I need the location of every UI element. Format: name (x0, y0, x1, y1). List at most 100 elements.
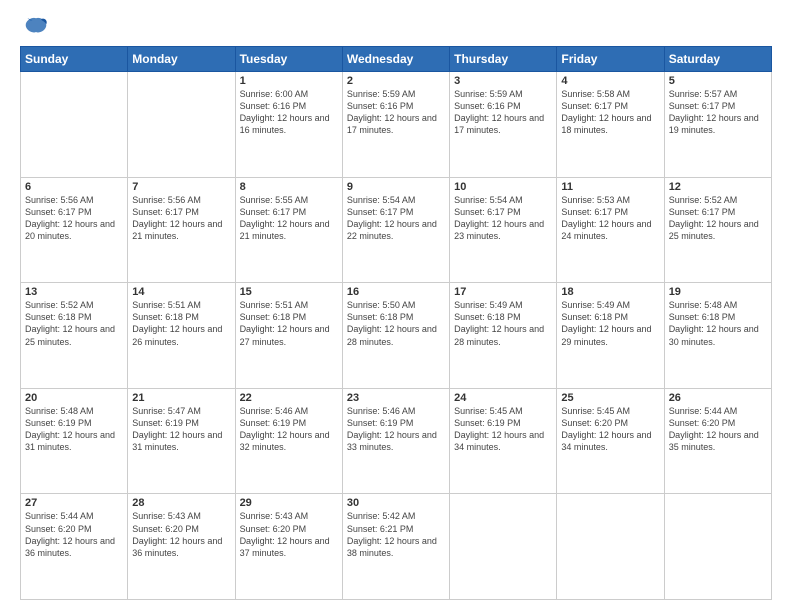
week-row-2: 6Sunrise: 5:56 AM Sunset: 6:17 PM Daylig… (21, 177, 772, 283)
day-cell: 15Sunrise: 5:51 AM Sunset: 6:18 PM Dayli… (235, 283, 342, 389)
weekday-header-wednesday: Wednesday (342, 47, 449, 72)
day-cell: 10Sunrise: 5:54 AM Sunset: 6:17 PM Dayli… (450, 177, 557, 283)
day-info: Sunrise: 5:44 AM Sunset: 6:20 PM Dayligh… (669, 405, 767, 454)
day-info: Sunrise: 5:43 AM Sunset: 6:20 PM Dayligh… (240, 510, 338, 559)
day-cell: 28Sunrise: 5:43 AM Sunset: 6:20 PM Dayli… (128, 494, 235, 600)
day-cell (557, 494, 664, 600)
day-number: 5 (669, 75, 767, 87)
day-info: Sunrise: 5:45 AM Sunset: 6:19 PM Dayligh… (454, 405, 552, 454)
weekday-header-sunday: Sunday (21, 47, 128, 72)
day-number: 10 (454, 181, 552, 193)
day-number: 1 (240, 75, 338, 87)
day-cell: 23Sunrise: 5:46 AM Sunset: 6:19 PM Dayli… (342, 388, 449, 494)
weekday-header-monday: Monday (128, 47, 235, 72)
day-cell: 27Sunrise: 5:44 AM Sunset: 6:20 PM Dayli… (21, 494, 128, 600)
day-number: 2 (347, 75, 445, 87)
weekday-header-row: SundayMondayTuesdayWednesdayThursdayFrid… (21, 47, 772, 72)
day-info: Sunrise: 5:50 AM Sunset: 6:18 PM Dayligh… (347, 299, 445, 348)
day-info: Sunrise: 5:54 AM Sunset: 6:17 PM Dayligh… (454, 194, 552, 243)
day-number: 24 (454, 392, 552, 404)
day-number: 14 (132, 286, 230, 298)
day-info: Sunrise: 5:53 AM Sunset: 6:17 PM Dayligh… (561, 194, 659, 243)
day-info: Sunrise: 5:42 AM Sunset: 6:21 PM Dayligh… (347, 510, 445, 559)
day-cell: 16Sunrise: 5:50 AM Sunset: 6:18 PM Dayli… (342, 283, 449, 389)
day-cell: 21Sunrise: 5:47 AM Sunset: 6:19 PM Dayli… (128, 388, 235, 494)
day-cell: 11Sunrise: 5:53 AM Sunset: 6:17 PM Dayli… (557, 177, 664, 283)
day-number: 17 (454, 286, 552, 298)
day-info: Sunrise: 5:57 AM Sunset: 6:17 PM Dayligh… (669, 88, 767, 137)
week-row-3: 13Sunrise: 5:52 AM Sunset: 6:18 PM Dayli… (21, 283, 772, 389)
day-info: Sunrise: 5:59 AM Sunset: 6:16 PM Dayligh… (347, 88, 445, 137)
day-info: Sunrise: 5:56 AM Sunset: 6:17 PM Dayligh… (25, 194, 123, 243)
day-cell: 19Sunrise: 5:48 AM Sunset: 6:18 PM Dayli… (664, 283, 771, 389)
day-number: 16 (347, 286, 445, 298)
day-info: Sunrise: 5:51 AM Sunset: 6:18 PM Dayligh… (240, 299, 338, 348)
day-info: Sunrise: 5:58 AM Sunset: 6:17 PM Dayligh… (561, 88, 659, 137)
day-cell: 30Sunrise: 5:42 AM Sunset: 6:21 PM Dayli… (342, 494, 449, 600)
day-info: Sunrise: 5:46 AM Sunset: 6:19 PM Dayligh… (347, 405, 445, 454)
weekday-header-friday: Friday (557, 47, 664, 72)
day-number: 20 (25, 392, 123, 404)
day-number: 28 (132, 497, 230, 509)
day-cell: 12Sunrise: 5:52 AM Sunset: 6:17 PM Dayli… (664, 177, 771, 283)
day-cell: 1Sunrise: 6:00 AM Sunset: 6:16 PM Daylig… (235, 72, 342, 178)
day-cell (450, 494, 557, 600)
day-number: 26 (669, 392, 767, 404)
day-number: 18 (561, 286, 659, 298)
day-info: Sunrise: 5:44 AM Sunset: 6:20 PM Dayligh… (25, 510, 123, 559)
day-cell: 5Sunrise: 5:57 AM Sunset: 6:17 PM Daylig… (664, 72, 771, 178)
day-number: 25 (561, 392, 659, 404)
day-info: Sunrise: 5:45 AM Sunset: 6:20 PM Dayligh… (561, 405, 659, 454)
day-number: 23 (347, 392, 445, 404)
day-cell: 4Sunrise: 5:58 AM Sunset: 6:17 PM Daylig… (557, 72, 664, 178)
day-info: Sunrise: 5:49 AM Sunset: 6:18 PM Dayligh… (454, 299, 552, 348)
day-cell: 24Sunrise: 5:45 AM Sunset: 6:19 PM Dayli… (450, 388, 557, 494)
weekday-header-tuesday: Tuesday (235, 47, 342, 72)
day-info: Sunrise: 5:52 AM Sunset: 6:18 PM Dayligh… (25, 299, 123, 348)
day-cell: 13Sunrise: 5:52 AM Sunset: 6:18 PM Dayli… (21, 283, 128, 389)
day-number: 4 (561, 75, 659, 87)
day-info: Sunrise: 5:54 AM Sunset: 6:17 PM Dayligh… (347, 194, 445, 243)
day-info: Sunrise: 5:55 AM Sunset: 6:17 PM Dayligh… (240, 194, 338, 243)
day-info: Sunrise: 5:59 AM Sunset: 6:16 PM Dayligh… (454, 88, 552, 137)
logo-bird-icon (24, 16, 48, 36)
day-cell: 25Sunrise: 5:45 AM Sunset: 6:20 PM Dayli… (557, 388, 664, 494)
day-number: 8 (240, 181, 338, 193)
day-cell: 7Sunrise: 5:56 AM Sunset: 6:17 PM Daylig… (128, 177, 235, 283)
day-number: 29 (240, 497, 338, 509)
day-cell: 6Sunrise: 5:56 AM Sunset: 6:17 PM Daylig… (21, 177, 128, 283)
day-info: Sunrise: 5:43 AM Sunset: 6:20 PM Dayligh… (132, 510, 230, 559)
header (20, 16, 772, 36)
day-cell (21, 72, 128, 178)
day-number: 3 (454, 75, 552, 87)
logo (20, 16, 50, 36)
day-cell: 14Sunrise: 5:51 AM Sunset: 6:18 PM Dayli… (128, 283, 235, 389)
weekday-header-thursday: Thursday (450, 47, 557, 72)
weekday-header-saturday: Saturday (664, 47, 771, 72)
day-info: Sunrise: 5:48 AM Sunset: 6:19 PM Dayligh… (25, 405, 123, 454)
day-number: 22 (240, 392, 338, 404)
day-cell: 3Sunrise: 5:59 AM Sunset: 6:16 PM Daylig… (450, 72, 557, 178)
day-number: 9 (347, 181, 445, 193)
day-info: Sunrise: 5:51 AM Sunset: 6:18 PM Dayligh… (132, 299, 230, 348)
day-number: 27 (25, 497, 123, 509)
day-info: Sunrise: 5:52 AM Sunset: 6:17 PM Dayligh… (669, 194, 767, 243)
day-cell: 26Sunrise: 5:44 AM Sunset: 6:20 PM Dayli… (664, 388, 771, 494)
day-info: Sunrise: 5:47 AM Sunset: 6:19 PM Dayligh… (132, 405, 230, 454)
day-info: Sunrise: 5:48 AM Sunset: 6:18 PM Dayligh… (669, 299, 767, 348)
day-number: 11 (561, 181, 659, 193)
day-cell: 17Sunrise: 5:49 AM Sunset: 6:18 PM Dayli… (450, 283, 557, 389)
day-cell: 22Sunrise: 5:46 AM Sunset: 6:19 PM Dayli… (235, 388, 342, 494)
day-cell: 20Sunrise: 5:48 AM Sunset: 6:19 PM Dayli… (21, 388, 128, 494)
day-number: 19 (669, 286, 767, 298)
day-cell: 18Sunrise: 5:49 AM Sunset: 6:18 PM Dayli… (557, 283, 664, 389)
day-cell (128, 72, 235, 178)
day-cell: 29Sunrise: 5:43 AM Sunset: 6:20 PM Dayli… (235, 494, 342, 600)
day-info: Sunrise: 6:00 AM Sunset: 6:16 PM Dayligh… (240, 88, 338, 137)
day-number: 12 (669, 181, 767, 193)
page: SundayMondayTuesdayWednesdayThursdayFrid… (0, 0, 792, 612)
day-number: 7 (132, 181, 230, 193)
week-row-4: 20Sunrise: 5:48 AM Sunset: 6:19 PM Dayli… (21, 388, 772, 494)
day-number: 30 (347, 497, 445, 509)
week-row-1: 1Sunrise: 6:00 AM Sunset: 6:16 PM Daylig… (21, 72, 772, 178)
